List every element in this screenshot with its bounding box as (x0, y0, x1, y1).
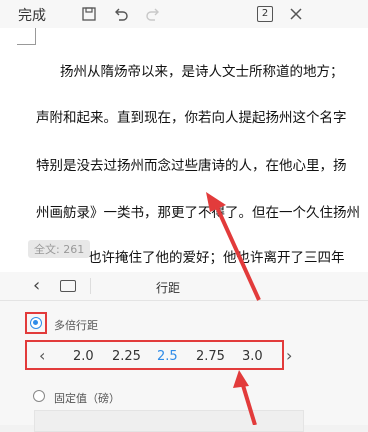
spacing-value-option[interactable]: 3.0 (242, 349, 263, 364)
undo-icon[interactable] (112, 5, 130, 23)
divider (90, 278, 91, 294)
chevron-right-icon[interactable]: › (286, 348, 292, 364)
fixed-spacing-radio[interactable] (33, 390, 45, 402)
top-toolbar: 完成 2 (0, 0, 368, 28)
back-icon[interactable]: ‹ (33, 277, 40, 295)
multiple-spacing-label: 多倍行距 (54, 319, 98, 332)
doc-line: 扬州从隋炀帝以来，是诗人文士所称道的地方； (60, 64, 344, 80)
page-corner-mark (17, 28, 36, 45)
fixed-spacing-label: 固定值（磅） (54, 392, 120, 405)
spacing-value-option[interactable]: 2.75 (196, 349, 225, 364)
document-page[interactable]: 扬州从隋炀帝以来，是诗人文士所称道的地方； 声附和起来。直到现在，你若向人提起扬… (0, 28, 368, 272)
keyboard-icon[interactable] (60, 280, 76, 292)
spacing-value-option[interactable]: 2.0 (73, 349, 94, 364)
panel-title: 行距 (156, 281, 181, 295)
done-button[interactable]: 完成 (18, 5, 46, 25)
word-count-badge: 全文: 261 (28, 240, 91, 258)
fixed-value-input[interactable] (34, 410, 304, 432)
panel-header: ‹ 行距 (0, 272, 368, 301)
close-icon[interactable] (287, 5, 305, 23)
redo-icon[interactable] (144, 5, 162, 23)
spacing-value-option[interactable]: 2.25 (112, 349, 141, 364)
chevron-left-icon[interactable]: ‹ (39, 348, 45, 364)
page-count-icon[interactable]: 2 (257, 6, 273, 22)
spacing-value-option-selected[interactable]: 2.5 (157, 349, 178, 364)
doc-line: 声附和起来。直到现在，你若向人提起扬州这个名字 (36, 110, 347, 126)
save-icon[interactable] (80, 5, 98, 23)
doc-line: 特别是没去过扬州而念过些唐诗的人，在他心里，扬 (36, 158, 347, 174)
multiple-spacing-radio[interactable] (30, 317, 42, 329)
doc-line: 州画舫录》一类书，那更了不得了。但在一个久住扬州 (36, 205, 360, 221)
doc-line: 也许掩住了他的爱好；他也许离开了三四年 (88, 250, 345, 266)
